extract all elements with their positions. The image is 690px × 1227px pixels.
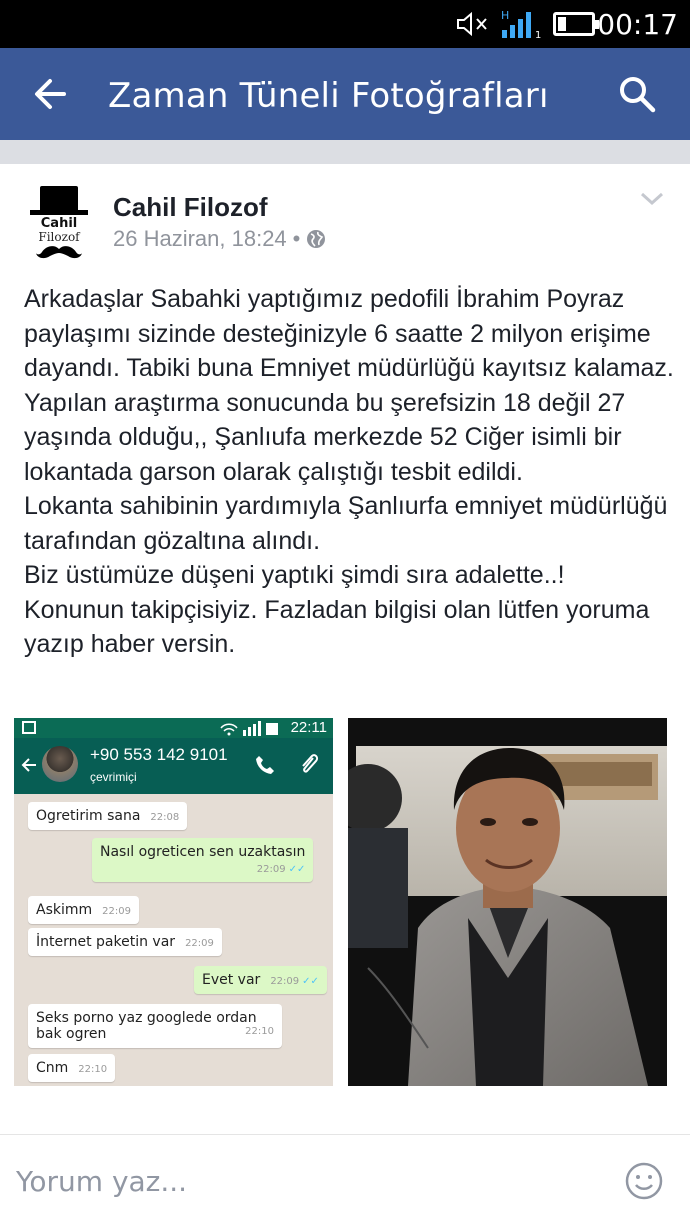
chat-message: Evet var 22:09 ✓✓ bbox=[194, 966, 327, 994]
post-paragraph: Yapılan araştırma sonucunda bu şerefsizi… bbox=[24, 388, 626, 486]
chat-header: +90 553 142 9101 çevrimiçi bbox=[14, 738, 333, 794]
comment-input[interactable]: Yorum yaz... bbox=[16, 1165, 187, 1198]
phone-icon bbox=[256, 756, 274, 774]
status-bar: H 1 00:17 bbox=[0, 0, 690, 48]
status-time: 00:17 bbox=[597, 8, 678, 41]
chat-message: Cnm 22:10 bbox=[28, 1054, 116, 1082]
post-meta: 26 Haziran, 18:24 • bbox=[113, 226, 326, 252]
mustache-icon bbox=[36, 246, 82, 259]
meta-separator: • bbox=[292, 226, 301, 251]
globe-icon bbox=[307, 230, 326, 248]
page-title: Zaman Tüneli Fotoğrafları bbox=[108, 76, 549, 116]
chevron-down-icon[interactable] bbox=[638, 188, 666, 208]
mute-icon bbox=[457, 11, 487, 37]
post-timestamp[interactable]: 26 Haziran, 18:24 bbox=[113, 226, 287, 252]
svg-text:H: H bbox=[501, 9, 509, 22]
contact-number: +90 553 142 9101 bbox=[90, 745, 228, 764]
avatar[interactable]: Cahil Filozof bbox=[22, 186, 96, 260]
signal-icon: H 1 bbox=[501, 9, 541, 40]
battery-icon bbox=[553, 12, 599, 36]
chat-status-bar: 22:11 bbox=[14, 718, 333, 738]
chat-status-time: 22:11 bbox=[290, 719, 327, 736]
post-paragraph: Konunun takipçisiyiz. Fazladan bilgisi o… bbox=[24, 595, 650, 659]
post-text: Arkadaşlar Sabahki yaptığımız pedofili İ… bbox=[24, 282, 674, 662]
image-icon bbox=[22, 721, 36, 734]
contact-avatar bbox=[42, 746, 78, 782]
chat-message: Ogretirim sana 22:08 bbox=[28, 802, 188, 830]
avatar-text-line1: Cahil bbox=[40, 216, 78, 231]
wifi-signal-icon bbox=[220, 721, 278, 736]
avatar-text-line2: Filozof bbox=[38, 230, 80, 244]
chat-message: İnternet paketin var 22:09 bbox=[28, 928, 222, 956]
portrait-illustration bbox=[348, 718, 667, 1086]
svg-text:1: 1 bbox=[535, 30, 541, 40]
post-author[interactable]: Cahil Filozof bbox=[113, 192, 268, 223]
smiley-icon[interactable] bbox=[624, 1161, 664, 1201]
app-bar: Zaman Tüneli Fotoğrafları bbox=[0, 48, 690, 140]
comment-composer: Yorum yaz... bbox=[0, 1135, 690, 1227]
chat-message: Seks porno yaz googlede ordan bak ogren 2… bbox=[28, 1004, 282, 1048]
post-paragraph: Lokanta sahibinin yardımıyla Şanlıurfa e… bbox=[24, 492, 668, 555]
contact-status: çevrimiçi bbox=[90, 770, 137, 784]
chat-message: Nasıl ogreticen sen uzaktasın 22:09 ✓✓ bbox=[92, 838, 314, 882]
post-card: Cahil Filozof Cahil Filozof 26 Haziran, … bbox=[0, 164, 690, 1134]
feed-gap bbox=[0, 140, 690, 164]
post-paragraph: Biz üstümüze düşeni yaptıki şimdi sıra a… bbox=[24, 561, 565, 589]
photo-chat-screenshot[interactable]: 22:11 +90 553 142 9101 çevrimiçi Ogretir… bbox=[14, 718, 333, 1086]
paperclip-icon bbox=[302, 754, 319, 773]
back-arrow-icon bbox=[21, 758, 36, 772]
post-paragraph: Arkadaşlar Sabahki yaptığımız pedofili İ… bbox=[24, 285, 674, 382]
search-icon[interactable] bbox=[617, 74, 657, 114]
back-arrow-icon[interactable] bbox=[30, 74, 70, 114]
photo-portrait[interactable] bbox=[348, 718, 667, 1086]
chat-message: Askimm 22:09 bbox=[28, 896, 139, 924]
